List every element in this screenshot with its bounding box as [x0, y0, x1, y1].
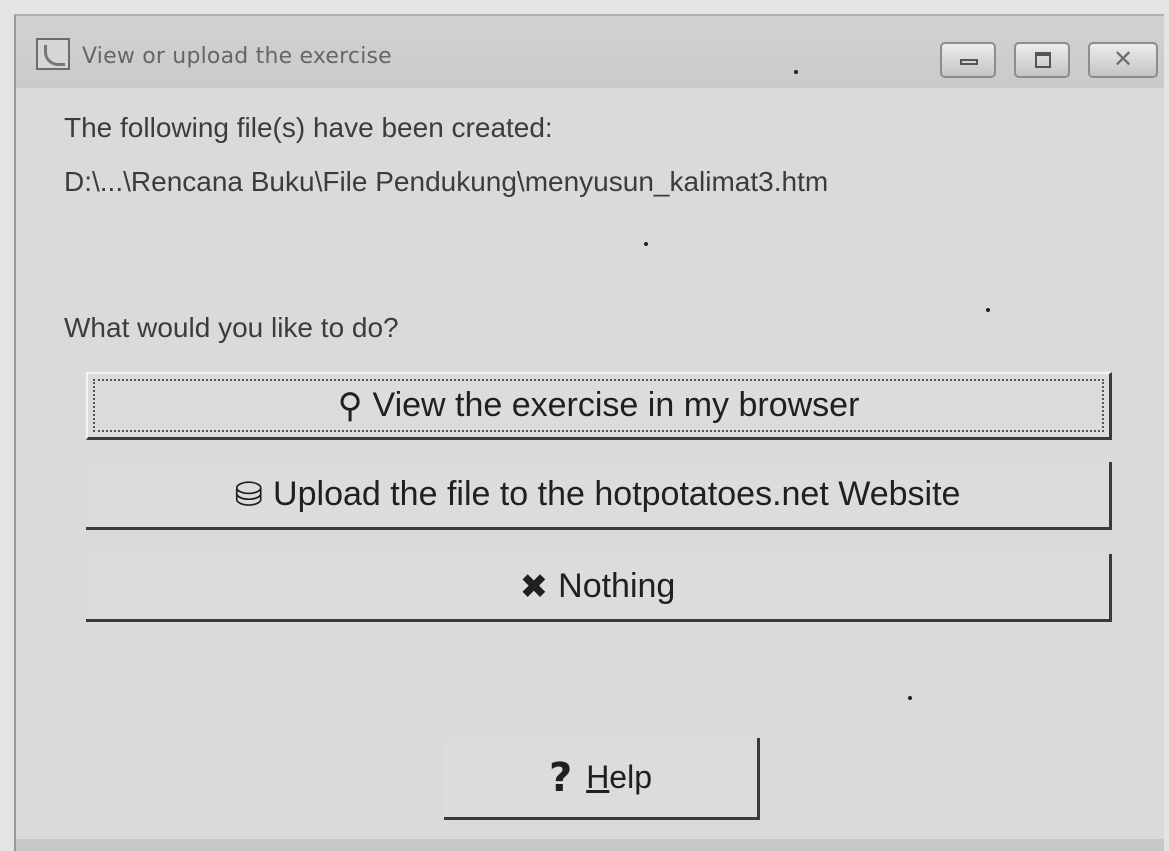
minimize-icon [960, 59, 978, 65]
created-label: The following file(s) have been created: [64, 112, 553, 143]
x-mark-icon: ✖ [519, 567, 549, 606]
nothing-label: Nothing [558, 567, 676, 605]
nothing-button[interactable]: ✖ Nothing [86, 554, 1112, 622]
help-label-rest: elp [609, 759, 652, 795]
dust-speck [986, 308, 990, 312]
minimize-button[interactable] [940, 42, 996, 78]
upload-file-label: Upload the file to the hotpotatoes.net W… [273, 475, 961, 513]
window-title: View or upload the exercise [82, 44, 392, 69]
upload-file-button[interactable]: ⛁ Upload the file to the hotpotatoes.net… [86, 462, 1112, 530]
view-exercise-label: View the exercise in my browser [372, 386, 860, 424]
help-label: Help [586, 759, 652, 796]
app-icon [36, 38, 70, 70]
file-path: D:\...\Rencana Buku\File Pendukung\menyu… [64, 166, 829, 197]
dialog-window: View or upload the exercise ✕ The follow… [14, 14, 1164, 851]
question-label: What would you like to do? [64, 312, 399, 343]
question-mark-icon: ? [548, 754, 573, 801]
dust-speck [794, 70, 798, 74]
dust-speck [644, 242, 648, 246]
upload-icon: ⛁ [234, 475, 264, 514]
close-button[interactable]: ✕ [1088, 42, 1158, 78]
help-button[interactable]: ? Help [444, 738, 760, 820]
dust-speck [908, 696, 912, 700]
view-exercise-button[interactable]: ⚲ View the exercise in my browser [86, 372, 1112, 440]
magnifier-icon: ⚲ [337, 386, 363, 425]
maximize-icon [1035, 52, 1051, 68]
maximize-button[interactable] [1014, 42, 1070, 78]
title-bar[interactable]: View or upload the exercise ✕ [16, 16, 1164, 88]
window-bottom-edge [16, 839, 1164, 851]
help-mnemonic: H [586, 759, 610, 795]
close-icon: ✕ [1112, 45, 1134, 73]
